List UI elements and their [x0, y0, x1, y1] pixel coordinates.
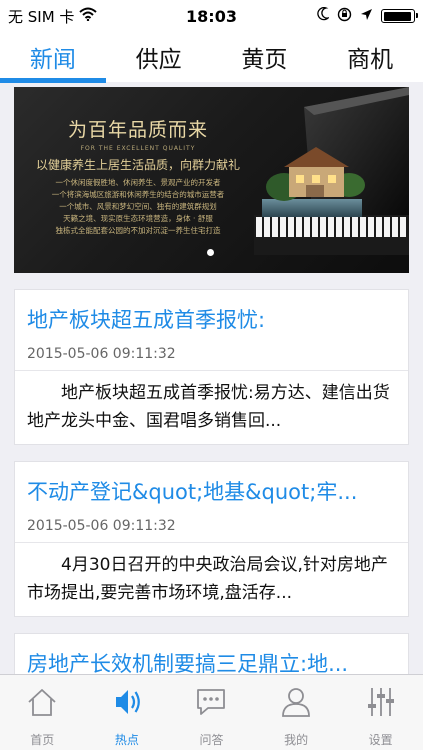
rotation-lock-icon: [337, 7, 352, 26]
news-card[interactable]: 地产板块超五成首季报忧: 2015-05-06 09:11:32 地产板块超五成…: [14, 289, 409, 445]
wifi-icon: [79, 7, 98, 25]
news-date: 2015-05-06 09:11:32: [27, 518, 176, 534]
bottom-tab-home[interactable]: 首页: [0, 675, 85, 750]
status-bar: 无 SIM 卡 18:03: [0, 0, 423, 32]
battery-fill: [383, 11, 412, 21]
banner-piano-house-image: [254, 87, 409, 255]
status-left: 无 SIM 卡: [8, 6, 158, 27]
top-tabs: 新闻 供应 黄页 商机: [0, 32, 423, 82]
divider: [15, 370, 408, 371]
news-date: 2015-05-06 09:11:32: [27, 346, 176, 362]
status-time: 18:03: [186, 6, 237, 26]
bottom-tab-mine[interactable]: 我的: [254, 675, 339, 750]
tab-business[interactable]: 商机: [317, 40, 423, 74]
news-title[interactable]: 不动产登记&quot;地基&quot;牢...: [27, 476, 399, 506]
bottom-tab-label: 问答: [199, 733, 224, 747]
sliders-icon: [367, 688, 394, 716]
moon-icon: [317, 6, 331, 25]
chat-icon: [197, 689, 226, 715]
tab-yellow-pages[interactable]: 黄页: [212, 40, 318, 74]
bottom-tab-hot[interactable]: 热点: [85, 675, 170, 750]
bottom-tab-bar: 首页 热点 问答 我的 设置: [0, 674, 423, 750]
banner-line: 一个休闲度假胜地、休闲养生、景观产业的开发者: [55, 178, 221, 187]
bottom-tab-label: 设置: [368, 733, 393, 747]
person-icon: [282, 688, 310, 717]
tab-supply[interactable]: 供应: [106, 40, 212, 74]
divider: [15, 542, 408, 543]
bottom-tab-qa[interactable]: 问答: [169, 675, 254, 750]
banner-line: 独栋式全能配套公园的不加对沉淀一养生住宅打造: [55, 226, 221, 235]
bottom-tab-label: 首页: [30, 733, 55, 747]
tab-news[interactable]: 新闻: [0, 40, 106, 74]
news-card[interactable]: 不动产登记&quot;地基&quot;牢... 2015-05-06 09:11…: [14, 461, 409, 617]
banner-slogan: 以健康养生上居生活品质，向群力献礼: [35, 158, 240, 172]
status-right: [265, 6, 418, 26]
banner-subtitle-en: FOR THE EXCELLENT QUALITY: [80, 145, 196, 152]
carousel-dot[interactable]: [207, 249, 214, 256]
carrier-text: 无 SIM 卡: [8, 7, 75, 26]
battery-icon: [381, 9, 418, 23]
banner-title: 为百年品质而来: [67, 119, 208, 141]
bottom-tab-label: 热点: [114, 733, 139, 747]
speaker-icon: [115, 690, 140, 714]
banner-lines: 一个休闲度假胜地、休闲养生、景观产业的开发者 一个将滨海城区旅游和休闲养生的结合…: [22, 177, 254, 237]
news-summary: 地产板块超五成首季报忧:易方达、建信出货地产龙头中金、国君唱多销售回...: [27, 383, 390, 431]
banner-line: 一个城市、风景和梦幻空间、独有的建筑群规划: [59, 202, 217, 211]
home-icon: [28, 689, 56, 716]
location-icon: [360, 7, 373, 25]
banner-line: 一个将滨海城区旅游和休闲养生的结合的城市运营者: [51, 190, 225, 199]
banner-carousel[interactable]: 为百年品质而来 FOR THE EXCELLENT QUALITY 以健康养生上…: [14, 87, 409, 273]
banner-text: 为百年品质而来 FOR THE EXCELLENT QUALITY 以健康养生上…: [22, 115, 254, 237]
banner-line: 天籁之境、现实原生态环境营造，身体 · 舒服: [63, 214, 213, 223]
bottom-tab-label: 我的: [284, 733, 309, 747]
news-summary: 4月30日召开的中央政治局会议,针对房地产市场提出,要完善市场环境,盘活存...: [27, 555, 388, 603]
news-title[interactable]: 地产板块超五成首季报忧:: [27, 304, 399, 334]
bottom-tab-settings[interactable]: 设置: [338, 675, 423, 750]
tab-indicator: [0, 78, 106, 83]
